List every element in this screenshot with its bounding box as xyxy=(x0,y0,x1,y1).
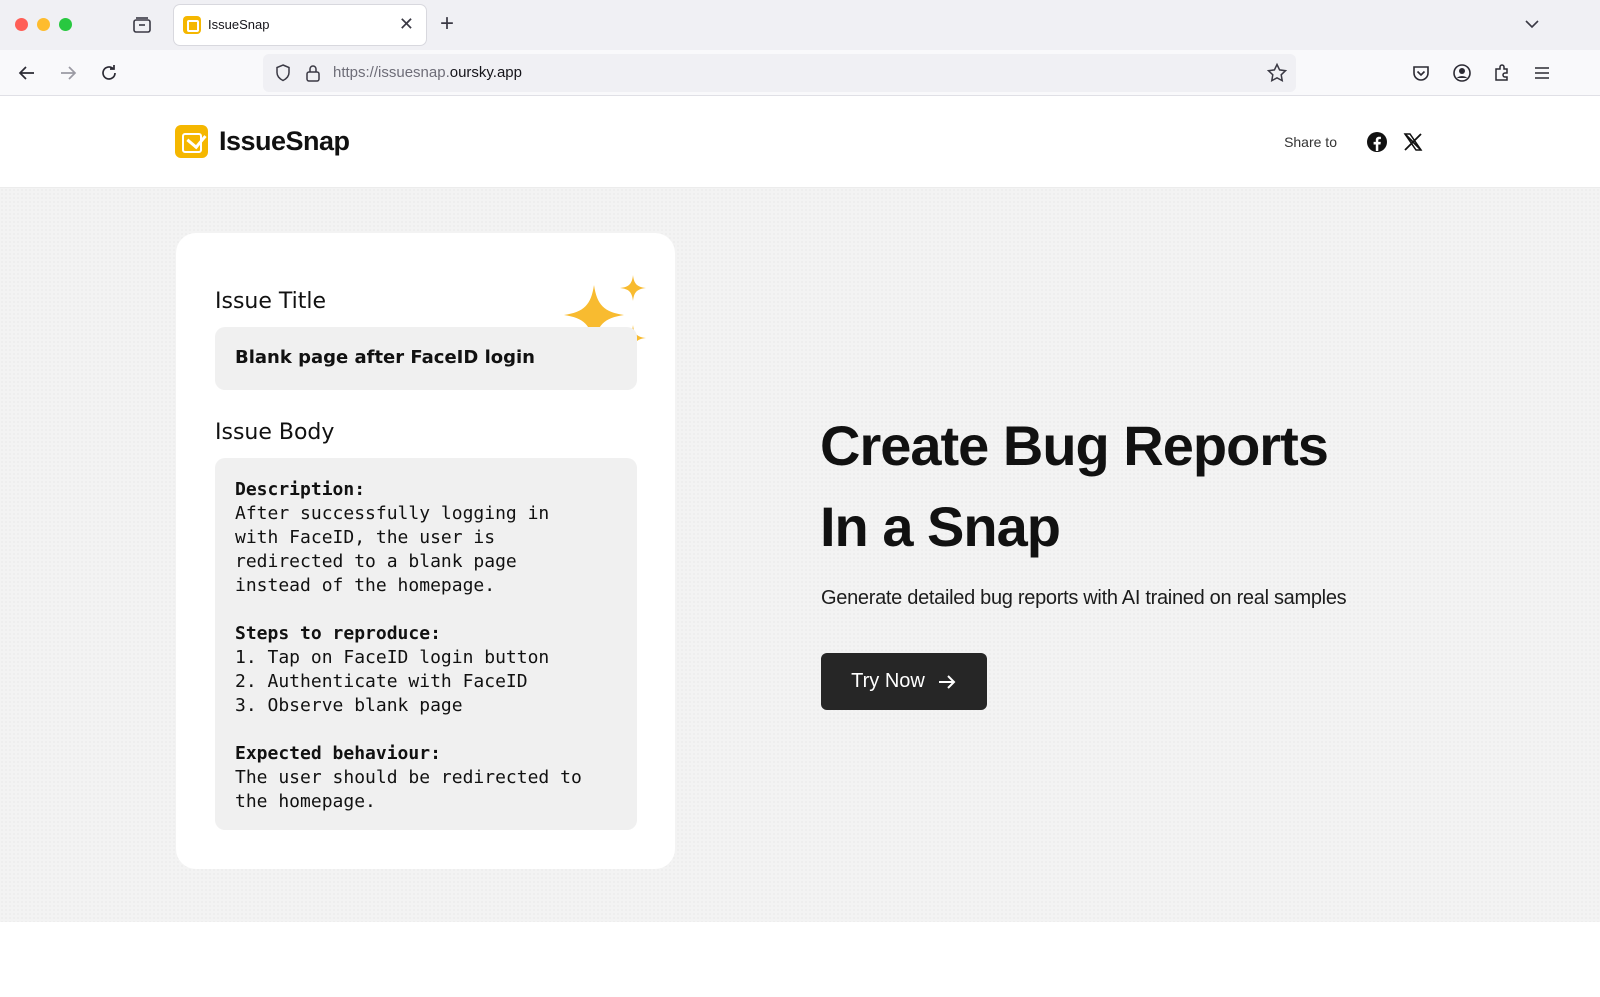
logo[interactable]: IssueSnap xyxy=(175,125,350,158)
bookmark-star-icon[interactable] xyxy=(1266,62,1288,89)
section-heading: Steps to reproduce: xyxy=(235,623,441,644)
forward-icon[interactable] xyxy=(56,61,80,85)
section-line: instead of the homepage. xyxy=(235,575,496,596)
issue-body-label: Issue Body xyxy=(215,420,335,445)
issue-title-label: Issue Title xyxy=(215,289,327,314)
logo-text: IssueSnap xyxy=(219,126,350,156)
body-section-steps: Steps to reproduce: 1. Tap on FaceID log… xyxy=(235,622,617,718)
tab-title: IssueSnap xyxy=(208,17,270,32)
chevron-down-icon[interactable] xyxy=(1522,14,1542,34)
menu-icon[interactable] xyxy=(1530,61,1554,85)
url-domain: oursky.app xyxy=(449,64,522,81)
lock-icon[interactable] xyxy=(303,63,323,88)
close-window-button[interactable] xyxy=(15,18,28,31)
issue-body-box: Description: After successfully logging … xyxy=(215,458,637,830)
browser-nav-bar: https://issuesnap.oursky.app xyxy=(0,50,1600,96)
url-text[interactable]: https://issuesnap.oursky.app xyxy=(333,64,522,81)
account-icon[interactable] xyxy=(1450,61,1474,85)
section-line: 2. Authenticate with FaceID xyxy=(235,671,528,692)
hero-section: Issue Title Blank page after FaceID logi… xyxy=(0,188,1600,922)
issue-title-value: Blank page after FaceID login xyxy=(235,347,535,368)
section-heading: Description: xyxy=(235,479,366,500)
hero-headline-line2: In a Snap xyxy=(820,495,1061,558)
issuesnap-favicon-icon xyxy=(183,16,201,34)
tab-close-icon[interactable]: ✕ xyxy=(399,14,414,34)
url-bar[interactable]: https://issuesnap.oursky.app xyxy=(263,54,1296,92)
body-section-expected: Expected behaviour: The user should be r… xyxy=(235,742,617,814)
tab-issuesnap[interactable]: IssueSnap ✕ xyxy=(174,5,426,45)
site-header: IssueSnap Share to xyxy=(0,97,1600,188)
section-line: with FaceID, the user is xyxy=(235,527,496,548)
browser-tab-bar: IssueSnap ✕ + xyxy=(0,0,1600,50)
issue-title-box: Blank page after FaceID login xyxy=(215,327,637,390)
hero-subline: Generate detailed bug reports with AI tr… xyxy=(821,587,1347,609)
section-line: The user should be redirected to xyxy=(235,767,582,788)
section-line: redirected to a blank page xyxy=(235,551,517,572)
section-line: 3. Observe blank page xyxy=(235,695,463,716)
back-icon[interactable] xyxy=(15,61,39,85)
section-line: the homepage. xyxy=(235,791,376,812)
issue-preview-card: Issue Title Blank page after FaceID logi… xyxy=(176,233,675,869)
section-line: 1. Tap on FaceID login button xyxy=(235,647,550,668)
try-now-button[interactable]: Try Now xyxy=(821,653,987,710)
maximize-window-button[interactable] xyxy=(59,18,72,31)
minimize-window-button[interactable] xyxy=(37,18,50,31)
extensions-icon[interactable] xyxy=(1490,61,1514,85)
facebook-icon[interactable] xyxy=(1365,130,1389,154)
share-label: Share to xyxy=(1284,134,1337,150)
try-now-label: Try Now xyxy=(851,670,925,692)
pocket-icon[interactable] xyxy=(1409,61,1433,85)
issuesnap-logo-icon xyxy=(175,125,208,158)
url-prefix: https://issuesnap. xyxy=(333,64,450,81)
body-section-description: Description: After successfully logging … xyxy=(235,478,617,598)
reload-icon[interactable] xyxy=(97,61,121,85)
shield-icon[interactable] xyxy=(273,63,293,88)
section-heading: Expected behaviour: xyxy=(235,743,441,764)
tab-collection-icon[interactable] xyxy=(132,15,152,35)
section-line: After successfully logging in xyxy=(235,503,550,524)
new-tab-button[interactable]: + xyxy=(440,12,454,36)
arrow-right-icon xyxy=(937,672,957,692)
hero-headline-line1: Create Bug Reports xyxy=(820,414,1329,477)
x-icon[interactable] xyxy=(1401,130,1425,154)
share-bar: Share to xyxy=(1284,130,1425,154)
page: IssueSnap Share to Issue Title Blank pag… xyxy=(0,97,1600,997)
